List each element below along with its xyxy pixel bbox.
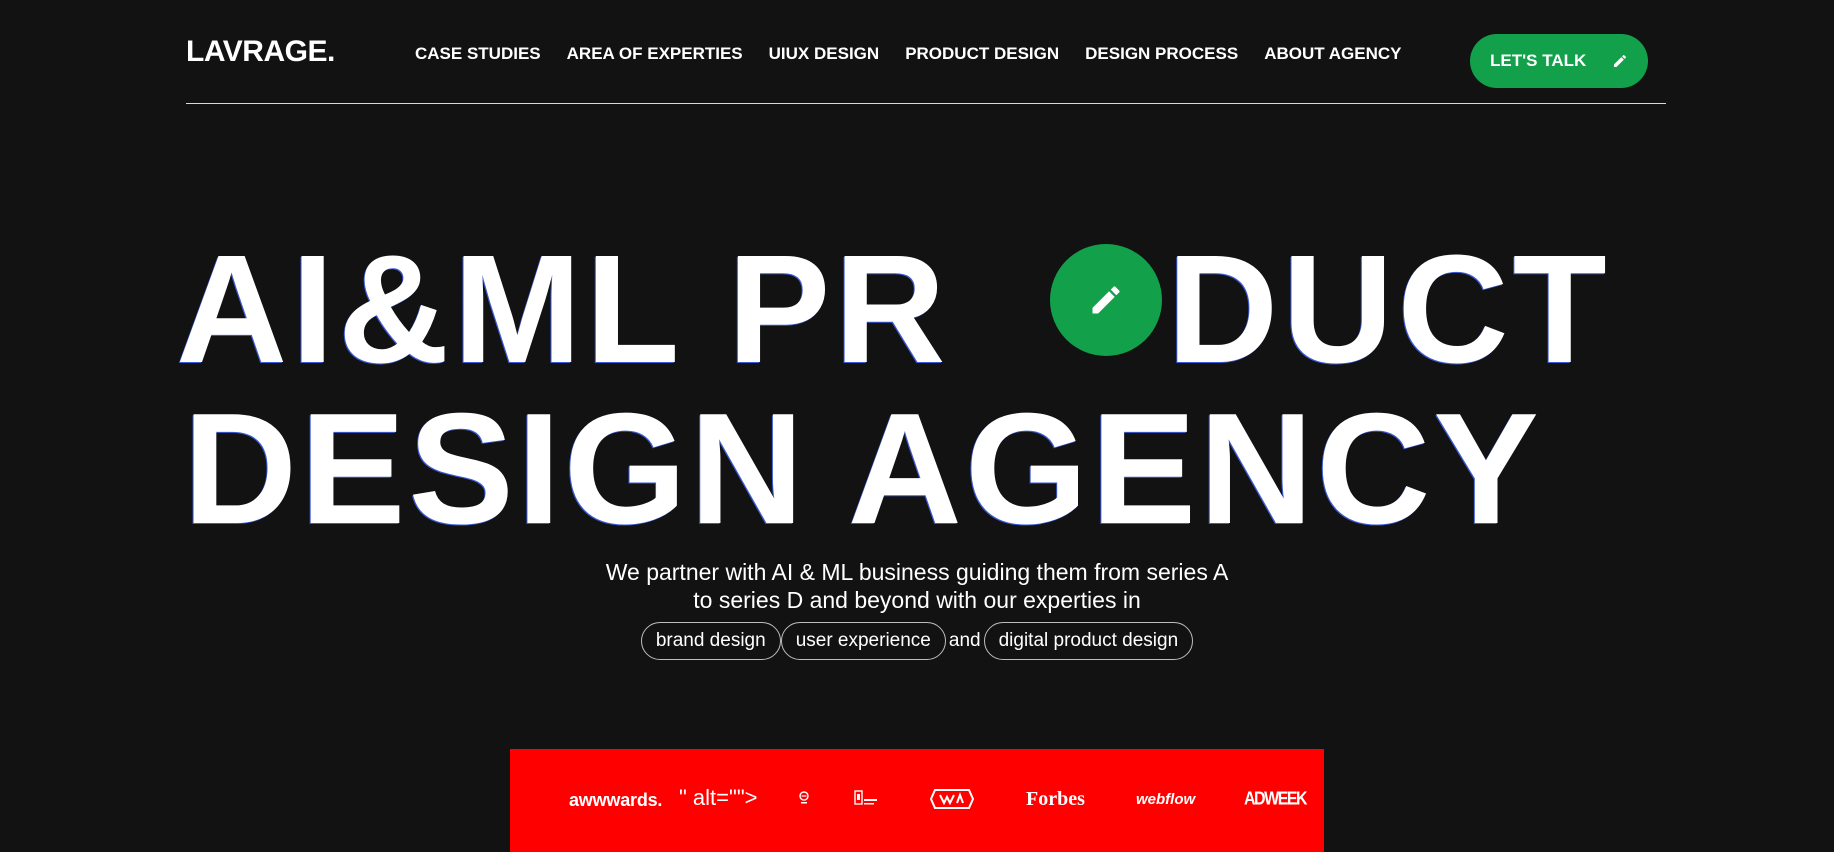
forbes-logo: Forbes (1026, 788, 1085, 810)
chip-user-experience[interactable]: user experience (780, 622, 946, 660)
nav-design-process[interactable]: DESIGN PROCESS (1085, 44, 1238, 64)
main-nav: CASE STUDIES AREA OF EXPERTIES UIUX DESI… (415, 44, 1427, 64)
lets-talk-button[interactable]: LET'S TALK (1470, 34, 1648, 88)
hero-line-1-end: DUCT (1167, 223, 1611, 395)
awwwards-logo: awwwards. (569, 790, 663, 810)
intro-line-2: to series D and beyond with our expertie… (693, 587, 1141, 613)
webflow-logo: webflow (1136, 791, 1196, 808)
nav-product-design[interactable]: PRODUCT DESIGN (905, 44, 1059, 64)
hero-line-2-text: DESIGN AGENCY (183, 381, 1542, 557)
broken-image-alt-text: " alt=""> (679, 785, 758, 810)
chip-brand-design[interactable]: brand design (640, 622, 781, 660)
pencil-icon (1092, 286, 1120, 314)
award-building-icon (854, 790, 877, 805)
nav-case-studies[interactable]: CASE STUDIES (415, 44, 541, 64)
site-header: LAVRAGE. CASE STUDIES AREA OF EXPERTIES … (186, 0, 1666, 104)
lets-talk-label: LET'S TALK (1490, 51, 1587, 70)
adweek-logo: ADWEEK (1244, 789, 1308, 810)
hero-line-1-start: AI&ML PR (176, 223, 950, 395)
chip-connector: and (948, 630, 981, 651)
expertise-chips: brand design user experience and digital… (0, 622, 1834, 660)
pencil-icon (1614, 54, 1627, 67)
intro-line-1: We partner with AI & ML business guiding… (605, 559, 1229, 585)
nav-about-agency[interactable]: ABOUT AGENCY (1264, 44, 1401, 64)
nav-area-of-experties[interactable]: AREA OF EXPERTIES (567, 44, 743, 64)
brand-logo[interactable]: LAVRAGE. (186, 35, 335, 69)
hero-pencil-badge[interactable] (1050, 244, 1162, 356)
chip-digital-product-design[interactable]: digital product design (983, 622, 1194, 660)
award-seal-icon (799, 791, 809, 804)
fwa-badge-icon (929, 789, 975, 809)
intro-text: We partner with AI & ML business guiding… (0, 558, 1834, 614)
nav-uiux-design[interactable]: UIUX DESIGN (769, 44, 880, 64)
page: LAVRAGE. CASE STUDIES AREA OF EXPERTIES … (0, 0, 1834, 852)
press-logos-band: awwwards. " alt=""> Forbes webflow ADWEE… (510, 749, 1324, 852)
